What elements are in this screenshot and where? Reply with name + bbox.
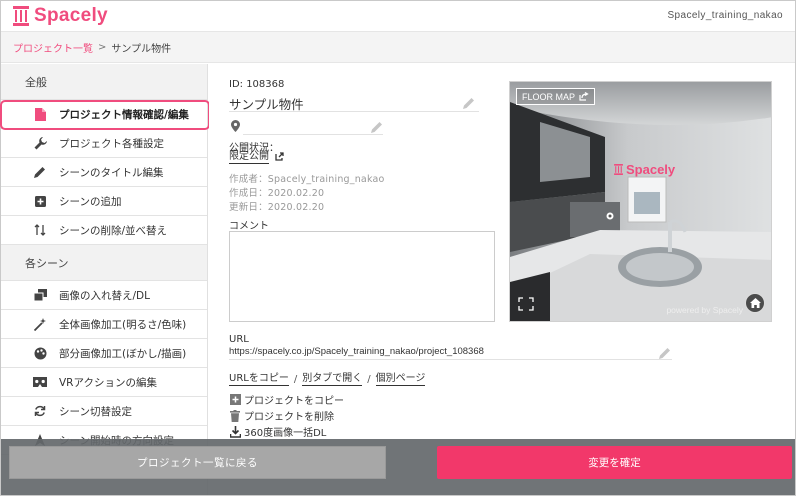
copy-project-action[interactable]: プロジェクトをコピー (229, 392, 344, 407)
sidebar-item-scene-switch[interactable]: シーン切替設定 (1, 397, 207, 426)
breadcrumb-separator: > (98, 41, 107, 53)
panorama-image (510, 82, 771, 321)
hotspot-icon[interactable] (606, 212, 614, 220)
breadcrumb: プロジェクト一覧 > サンプル物件 (1, 31, 795, 63)
comment-label: コメント (229, 221, 269, 232)
image-swap-icon (33, 288, 47, 302)
plus-box-icon (33, 194, 47, 208)
sidebar-section-general: 全般 (1, 64, 207, 100)
sidebar-item-vr-action[interactable]: VRアクションの編集 (1, 368, 207, 397)
sidebar-item-delete-sort[interactable]: シーンの削除/並べ替え (1, 216, 207, 245)
highlight-annotation-box (0, 100, 210, 130)
sidebar-item-label: プロジェクト各種設定 (59, 137, 164, 150)
updated-date-text: 更新日：2020.02.20 (229, 202, 325, 213)
back-to-list-button[interactable]: プロジェクト一覧に戻る (9, 446, 386, 479)
sidebar-item-scene-title[interactable]: シーンのタイトル編集 (1, 158, 207, 187)
comment-textarea[interactable] (229, 231, 495, 322)
copy-plus-icon (229, 394, 241, 406)
sort-icon (33, 223, 47, 237)
bulk-download-action[interactable]: 360度画像一括DL (229, 424, 326, 439)
user-menu[interactable]: Spacely_training_nakao (667, 10, 783, 21)
created-date-text: 作成日：2020.02.20 (229, 188, 325, 199)
location-field[interactable] (243, 119, 383, 135)
share-icon (579, 92, 589, 101)
logo-text: Spacely (34, 5, 108, 26)
sidebar-item-label: 部分画像加工(ぼかし/描画) (59, 347, 187, 360)
sidebar-item-label: 画像の入れ替え/DL (59, 289, 150, 302)
separator: / (293, 374, 298, 385)
copy-url-link[interactable]: URLをコピー (229, 373, 289, 386)
sidebar-item-label: シーンの削除/並べ替え (59, 224, 168, 237)
sidebar-item-label: シーン切替設定 (59, 405, 132, 418)
open-new-tab-link[interactable]: 別タブで開く (302, 373, 363, 386)
project-name-field[interactable]: サンプル物件 (229, 94, 479, 112)
footer-action-bar: プロジェクト一覧に戻る 変更を確定 (1, 439, 795, 495)
header: Spacely Spacely_training_nakao (1, 1, 795, 31)
edit-location-pencil-icon[interactable] (371, 121, 383, 133)
download-icon (229, 425, 241, 438)
sidebar-item-label: VRアクションの編集 (59, 376, 157, 389)
preview-brand-text: Spacely (626, 162, 676, 177)
powered-by-text: powered by Spacely (666, 305, 743, 315)
external-link-icon[interactable] (275, 152, 284, 161)
sidebar-item-add-scene[interactable]: シーンの追加 (1, 187, 207, 216)
home-button[interactable] (745, 293, 765, 313)
trash-icon (229, 409, 241, 422)
sidebar-item-image-swap[interactable]: 画像の入れ替え/DL (1, 281, 207, 310)
breadcrumb-project-list-link[interactable]: プロジェクト一覧 (13, 40, 93, 55)
edit-name-pencil-icon[interactable] (463, 97, 475, 109)
sidebar-item-project-settings[interactable]: プロジェクト各種設定 (1, 129, 207, 158)
sidebar-item-partial-adjust[interactable]: 部分画像加工(ぼかし/描画) (1, 339, 207, 368)
location-pin-icon (231, 120, 240, 132)
edit-url-pencil-icon[interactable] (659, 347, 671, 359)
sidebar-item-label: シーンの追加 (59, 195, 122, 208)
refresh-icon (33, 404, 47, 418)
floor-map-label: FLOOR MAP (522, 91, 576, 102)
sidebar-item-global-adjust[interactable]: 全体画像加工(明るさ/色味) (1, 310, 207, 339)
delete-project-label: プロジェクトを削除 (244, 412, 334, 423)
sidebar-item-label: シーンのタイトル編集 (59, 166, 164, 179)
publish-status-value: 限定公開 (229, 151, 269, 162)
fullscreen-icon[interactable] (518, 297, 534, 311)
project-id: ID: 108368 (229, 79, 285, 90)
magic-wand-icon (33, 317, 47, 331)
logo-column-icon (13, 6, 29, 26)
publish-status-link[interactable]: 限定公開 (229, 151, 269, 164)
preview-logo-icon (614, 164, 623, 175)
separator: / (367, 374, 371, 385)
individual-page-link[interactable]: 個別ページ (375, 373, 426, 386)
url-actions: URLをコピー / 別タブで開く / 個別ページ (229, 373, 426, 386)
wrench-icon (33, 136, 47, 150)
confirm-changes-button[interactable]: 変更を確定 (437, 446, 792, 479)
home-icon (749, 298, 761, 308)
sidebar-section-scenes: 各シーン (1, 245, 207, 281)
url-label: URL (229, 334, 249, 345)
url-field[interactable]: https://spacely.co.jp/Spacely_training_n… (229, 346, 672, 360)
creator-text: 作成者：Spacely_training_nakao (229, 174, 385, 185)
breadcrumb-current: サンプル物件 (111, 43, 172, 55)
palette-icon (33, 346, 47, 360)
logo[interactable]: Spacely (13, 5, 108, 27)
sidebar-item-label: 全体画像加工(明るさ/色味) (59, 318, 187, 331)
panorama-preview[interactable]: FLOOR MAP Spacely powered by Spacely (509, 81, 772, 322)
preview-brand: Spacely (614, 162, 675, 177)
bulk-download-label: 360度画像一括DL (244, 428, 327, 439)
pencil-icon (33, 165, 47, 179)
copy-project-label: プロジェクトをコピー (244, 396, 344, 407)
floor-map-button[interactable]: FLOOR MAP (516, 88, 596, 105)
vr-goggles-icon (33, 375, 47, 389)
delete-project-action[interactable]: プロジェクトを削除 (229, 408, 334, 423)
main-content: ID: 108368 サンプル物件 公開状況： 限定公開 作成者：Spacely… (209, 64, 795, 495)
